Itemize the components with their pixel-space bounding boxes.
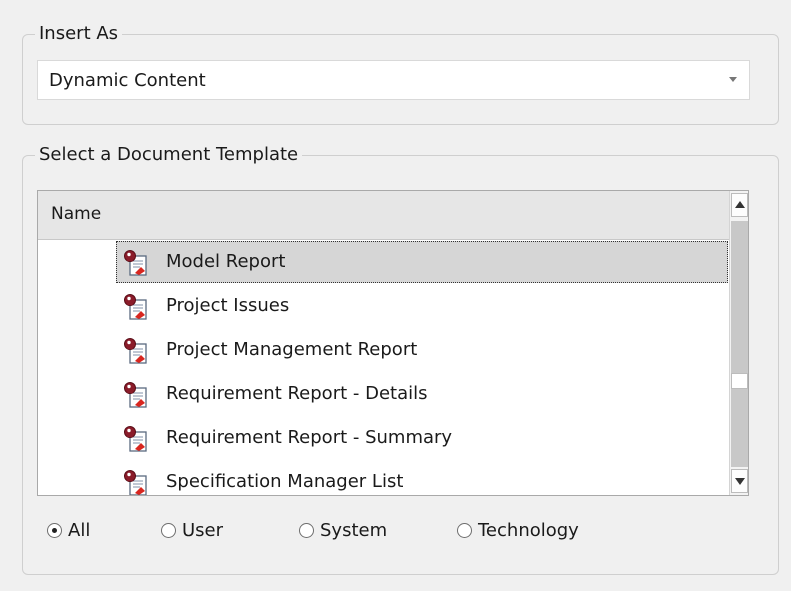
document-template-legend: Select a Document Template <box>35 143 303 167</box>
vertical-scrollbar[interactable] <box>729 191 748 495</box>
radio-circle[interactable] <box>299 523 314 538</box>
scroll-track[interactable] <box>731 221 748 373</box>
report-template-icon <box>124 338 147 364</box>
list-item-label: Specification Manager List <box>166 471 404 492</box>
template-filter-radios: All User System Technology <box>47 520 747 550</box>
list-item-label: Project Management Report <box>166 339 418 360</box>
list-item[interactable]: Project Issues <box>38 284 729 328</box>
list-item[interactable]: Project Management Report <box>38 328 729 372</box>
scroll-up-button[interactable] <box>731 193 748 217</box>
report-template-icon <box>124 382 147 408</box>
document-template-group: Select a Document Template Name Model Re… <box>22 143 779 575</box>
radio-circle[interactable] <box>161 523 176 538</box>
list-item-label: Model Report <box>166 251 286 272</box>
arrow-down-icon <box>735 478 745 485</box>
list-item[interactable]: Requirement Report - Details <box>38 372 729 416</box>
radio-technology[interactable]: Technology <box>457 520 579 541</box>
insert-as-group: Insert As Dynamic Content <box>22 22 779 125</box>
radio-label: All <box>68 520 91 541</box>
chevron-down-icon[interactable] <box>729 77 737 82</box>
radio-label: System <box>320 520 388 541</box>
list-item[interactable]: Model Report <box>38 240 729 284</box>
list-item[interactable]: Specification Manager List <box>38 460 729 495</box>
column-header-label: Name <box>51 204 102 224</box>
radio-label: User <box>182 520 224 541</box>
scroll-thumb[interactable] <box>731 373 748 389</box>
template-list[interactable]: Name Model Report Project Issues Project… <box>37 190 749 496</box>
radio-label: Technology <box>478 520 579 541</box>
report-template-icon <box>124 294 147 320</box>
list-item-label: Requirement Report - Summary <box>166 427 453 448</box>
list-item-label: Requirement Report - Details <box>166 383 428 404</box>
list-item[interactable]: Requirement Report - Summary <box>38 416 729 460</box>
radio-user[interactable]: User <box>161 520 223 541</box>
scroll-track[interactable] <box>731 389 748 467</box>
radio-circle[interactable] <box>457 523 472 538</box>
column-header-name[interactable]: Name <box>38 191 729 240</box>
report-template-icon <box>124 470 147 495</box>
insert-as-dropdown[interactable]: Dynamic Content <box>37 60 750 100</box>
radio-circle[interactable] <box>47 523 62 538</box>
insert-as-value: Dynamic Content <box>49 69 206 91</box>
scroll-down-button[interactable] <box>731 469 748 493</box>
radio-all[interactable]: All <box>47 520 90 541</box>
radio-system[interactable]: System <box>299 520 387 541</box>
report-template-icon <box>124 250 147 276</box>
arrow-up-icon <box>735 201 745 208</box>
list-item-label: Project Issues <box>166 295 290 316</box>
report-template-icon <box>124 426 147 452</box>
insert-as-legend: Insert As <box>35 22 123 46</box>
radio-dot <box>52 528 57 533</box>
